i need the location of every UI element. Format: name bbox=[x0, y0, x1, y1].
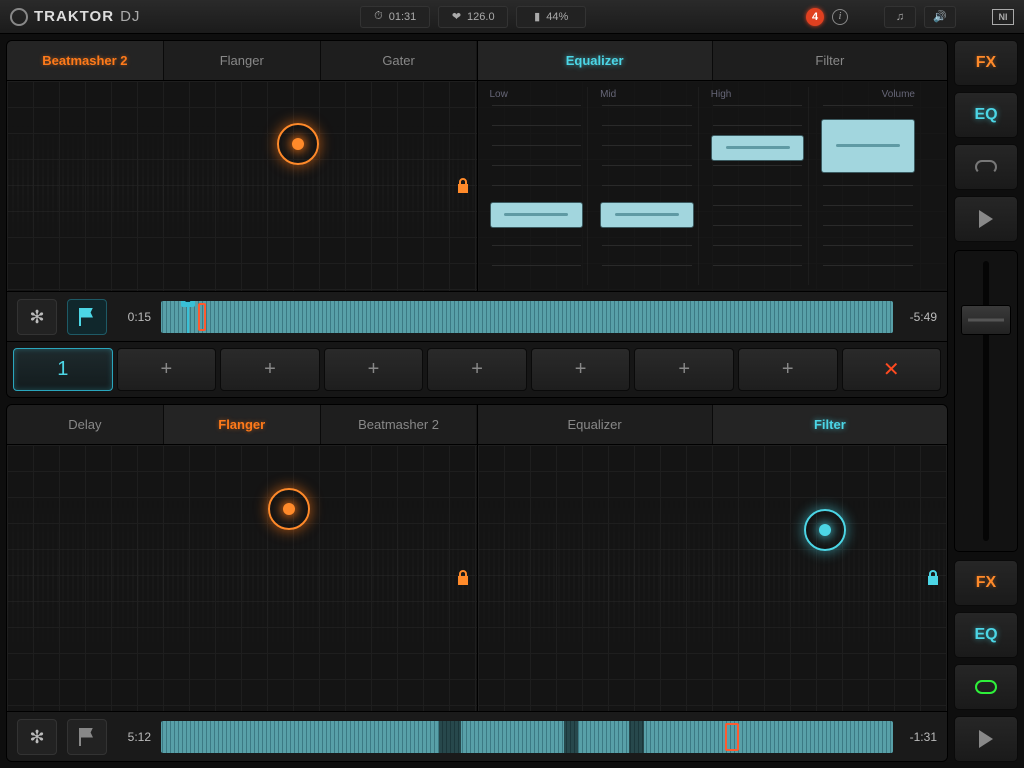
play-icon bbox=[979, 210, 993, 228]
logo-gear-icon bbox=[10, 8, 28, 26]
deck-b-waveform[interactable] bbox=[161, 721, 893, 753]
deck-a-fx-tabs: Beatmasher 2 Flanger Gater bbox=[7, 41, 477, 81]
brand-bold: TRAKTOR bbox=[34, 8, 114, 25]
deck-a-loop-button[interactable] bbox=[954, 144, 1018, 190]
info-icon[interactable]: i bbox=[832, 9, 848, 25]
deck-a-fx-xy-dot[interactable] bbox=[277, 123, 319, 165]
deck-a-fx-tab-1[interactable]: Flanger bbox=[164, 41, 321, 80]
deck-a-fx-tab-2[interactable]: Gater bbox=[321, 41, 477, 80]
deck-b-remain: -1:31 bbox=[903, 730, 937, 744]
flag-icon bbox=[79, 728, 95, 746]
deck-a-play-button[interactable] bbox=[954, 196, 1018, 242]
bpm-pill[interactable]: ❤ 126.0 bbox=[438, 6, 508, 28]
hotcue-add-6[interactable]: + bbox=[531, 348, 631, 391]
deck-b-fx-tabs: Delay Flanger Beatmasher 2 bbox=[7, 405, 477, 445]
eq-col-mid[interactable]: Mid bbox=[596, 87, 699, 285]
deck-a-fx-lock-icon[interactable] bbox=[455, 177, 471, 195]
deck-b-eq-tab-0[interactable]: Equalizer bbox=[478, 405, 713, 444]
battery-value: 44% bbox=[546, 11, 568, 23]
hotcue-add-5[interactable]: + bbox=[427, 348, 527, 391]
app-logo: TRAKTOR DJ bbox=[10, 8, 140, 26]
deck-a: Beatmasher 2 Flanger Gater Equalizer Fil… bbox=[6, 40, 948, 398]
deck-a-elapsed: 0:15 bbox=[117, 310, 151, 324]
flag-icon bbox=[79, 308, 95, 326]
deck-b-fx-toggle[interactable]: FX bbox=[954, 560, 1018, 606]
deck-b-fx-lock-icon[interactable] bbox=[455, 569, 471, 587]
snowflake-icon: ✻ bbox=[29, 308, 44, 326]
crossfader-handle[interactable] bbox=[961, 305, 1011, 335]
deck-b: Delay Flanger Beatmasher 2 Equalizer Fil… bbox=[6, 404, 948, 762]
deck-a-eq-toggle[interactable]: EQ bbox=[954, 92, 1018, 138]
loop-icon bbox=[975, 160, 997, 174]
deck-a-eq-tabs: Equalizer Filter bbox=[477, 41, 948, 81]
hotcue-add-8[interactable]: + bbox=[738, 348, 838, 391]
deck-b-eq-toggle[interactable]: EQ bbox=[954, 612, 1018, 658]
deck-b-waveform-strip: ✻ 5:12 -1:31 bbox=[7, 711, 947, 761]
deck-a-eq-panel: Low Mid High bbox=[477, 81, 948, 291]
brand-thin: DJ bbox=[120, 8, 140, 25]
eq-col-high[interactable]: High bbox=[707, 87, 810, 285]
deck-b-play-button[interactable] bbox=[954, 716, 1018, 762]
deck-a-remain: -5:49 bbox=[903, 310, 937, 324]
deck-a-waveform-strip: ✻ 0:15 1 -5:49 bbox=[7, 291, 947, 341]
deck-b-cue-flag-button[interactable] bbox=[67, 719, 107, 755]
deck-a-playhead-box[interactable] bbox=[198, 303, 207, 331]
music-note-icon: ♫ bbox=[896, 11, 904, 23]
deck-b-loop-button[interactable] bbox=[954, 664, 1018, 710]
deck-b-fx-tab-0[interactable]: Delay bbox=[7, 405, 164, 444]
app-header: TRAKTOR DJ ⏱ 01:31 ❤ 126.0 ▮ 44% 4 i ♫ 🔊… bbox=[0, 0, 1024, 34]
deck-a-freeze-button[interactable]: ✻ bbox=[17, 299, 57, 335]
deck-a-hotcue-row: 1 + + + + + + + ✕ bbox=[7, 341, 947, 397]
eq-handle-volume[interactable] bbox=[821, 119, 915, 173]
volume-button[interactable]: 🔊 bbox=[924, 6, 956, 28]
notification-badge[interactable]: 4 bbox=[806, 8, 824, 26]
crossfader[interactable] bbox=[954, 250, 1018, 552]
deck-b-fx-tab-2[interactable]: Beatmasher 2 bbox=[321, 405, 477, 444]
deck-b-filter-xypad[interactable] bbox=[477, 445, 948, 711]
ni-logo-icon[interactable]: NI bbox=[992, 9, 1014, 25]
eq-handle-high[interactable] bbox=[711, 135, 805, 161]
eq-handle-mid[interactable] bbox=[600, 202, 694, 228]
hotcue-add-2[interactable]: + bbox=[117, 348, 217, 391]
deck-a-cue-flag-button[interactable] bbox=[67, 299, 107, 335]
clock-icon: ⏱ bbox=[374, 10, 383, 23]
deck-b-elapsed: 5:12 bbox=[117, 730, 151, 744]
deck-b-playhead-box[interactable] bbox=[725, 723, 740, 751]
deck-a-fx-xypad[interactable] bbox=[7, 81, 477, 291]
deck-b-filter-xy-dot[interactable] bbox=[804, 509, 846, 551]
hotcue-add-7[interactable]: + bbox=[634, 348, 734, 391]
library-button[interactable]: ♫ bbox=[884, 6, 916, 28]
deck-a-eq-tab-0[interactable]: Equalizer bbox=[478, 41, 713, 80]
heart-icon: ❤ bbox=[452, 10, 461, 23]
deck-a-cue-marker[interactable]: 1 bbox=[187, 301, 189, 333]
snowflake-icon: ✻ bbox=[29, 728, 44, 746]
deck-b-eq-tabs: Equalizer Filter bbox=[477, 405, 948, 445]
loop-icon bbox=[975, 680, 997, 694]
deck-a-waveform[interactable]: 1 bbox=[161, 301, 893, 333]
hotcue-add-4[interactable]: + bbox=[324, 348, 424, 391]
eq-col-low[interactable]: Low bbox=[486, 87, 589, 285]
deck-b-fx-xypad[interactable] bbox=[7, 445, 477, 711]
clock-pill: ⏱ 01:31 bbox=[360, 6, 430, 28]
speaker-icon: 🔊 bbox=[933, 10, 947, 23]
deck-a-fx-tab-0[interactable]: Beatmasher 2 bbox=[7, 41, 164, 80]
eq-handle-low[interactable] bbox=[490, 202, 584, 228]
deck-b-freeze-button[interactable]: ✻ bbox=[17, 719, 57, 755]
deck-b-filter-lock-icon[interactable] bbox=[925, 569, 941, 587]
hotcue-add-3[interactable]: + bbox=[220, 348, 320, 391]
right-sidebar: FX EQ FX EQ bbox=[954, 34, 1024, 768]
clock-value: 01:31 bbox=[389, 11, 417, 23]
hotcue-1[interactable]: 1 bbox=[13, 348, 113, 391]
hotcue-delete[interactable]: ✕ bbox=[842, 348, 942, 391]
deck-a-eq-tab-1[interactable]: Filter bbox=[713, 41, 947, 80]
battery-pill: ▮ 44% bbox=[516, 6, 586, 28]
deck-b-fx-tab-1[interactable]: Flanger bbox=[164, 405, 321, 444]
deck-b-eq-tab-1[interactable]: Filter bbox=[713, 405, 947, 444]
deck-b-fx-xy-dot[interactable] bbox=[268, 488, 310, 530]
battery-icon: ▮ bbox=[534, 10, 540, 23]
play-icon bbox=[979, 730, 993, 748]
bpm-value: 126.0 bbox=[467, 11, 495, 23]
eq-col-volume[interactable]: Volume bbox=[817, 87, 919, 285]
deck-a-fx-toggle[interactable]: FX bbox=[954, 40, 1018, 86]
